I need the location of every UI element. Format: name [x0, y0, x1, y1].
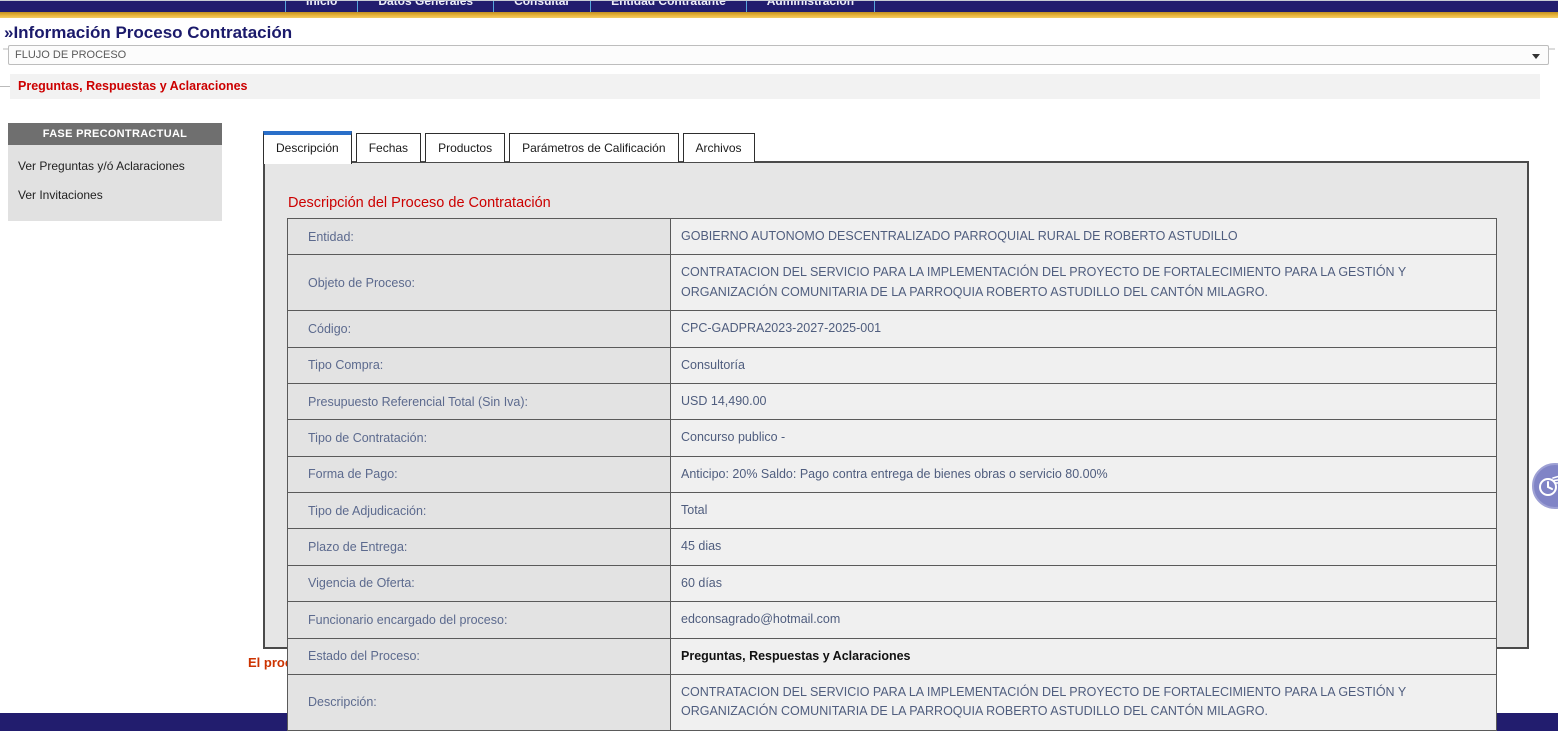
table-row: Presupuesto Referencial Total (Sin Iva):… — [288, 383, 1497, 419]
field-value: 60 días — [671, 565, 1497, 601]
nav-item-entidad-contratante[interactable]: Entidad Contratante — [591, 1, 747, 12]
table-row: Estado del Proceso:Preguntas, Respuestas… — [288, 638, 1497, 674]
tab-archivos[interactable]: Archivos — [683, 133, 755, 162]
field-label: Funcionario encargado del proceso: — [288, 602, 671, 638]
sidebar-item-ver-invitaciones[interactable]: Ver Invitaciones — [8, 180, 222, 209]
field-label: Tipo Compra: — [288, 347, 671, 383]
field-label: Plazo de Entrega: — [288, 529, 671, 565]
top-nav-menu: InicioDatos GeneralesConsultarEntidad Co… — [285, 1, 875, 12]
field-value: 45 dias — [671, 529, 1497, 565]
table-row: Código:CPC-GADPRA2023-2027-2025-001 — [288, 311, 1497, 347]
sidebar-title: FASE PRECONTRACTUAL — [8, 123, 222, 145]
process-status-text: Preguntas, Respuestas y Aclaraciones — [18, 79, 248, 93]
field-label: Estado del Proceso: — [288, 638, 671, 674]
nav-item-datos-generales[interactable]: Datos Generales — [358, 1, 494, 12]
field-value: Consultoría — [671, 347, 1497, 383]
field-value: edconsagrado@hotmail.com — [671, 602, 1497, 638]
nav-item-inicio[interactable]: Inicio — [285, 1, 358, 12]
tab-bar: DescripciónFechasProductosParámetros de … — [263, 128, 759, 162]
field-label: Objeto de Proceso: — [288, 255, 671, 311]
tab-fechas[interactable]: Fechas — [356, 133, 421, 162]
table-row: Vigencia de Oferta:60 días — [288, 565, 1497, 601]
field-label: Código: — [288, 311, 671, 347]
table-row: Entidad:GOBIERNO AUTONOMO DESCENTRALIZAD… — [288, 219, 1497, 255]
field-label: Descripción: — [288, 674, 671, 730]
field-value: Preguntas, Respuestas y Aclaraciones — [671, 638, 1497, 674]
chevron-down-icon — [1532, 54, 1540, 59]
nav-item-consultar[interactable]: Consultar — [494, 1, 591, 12]
table-row: Funcionario encargado del proceso:edcons… — [288, 602, 1497, 638]
field-label: Tipo de Contratación: — [288, 420, 671, 456]
gold-accent-stripe — [0, 12, 1558, 18]
field-value: GOBIERNO AUTONOMO DESCENTRALIZADO PARROQ… — [671, 219, 1497, 255]
tab-productos[interactable]: Productos — [425, 133, 505, 162]
process-timer-widget[interactable] — [1532, 463, 1558, 509]
process-flow-select[interactable]: FLUJO DE PROCESO — [8, 45, 1549, 65]
winged-clock-icon — [1538, 474, 1558, 498]
field-label: Vigencia de Oferta: — [288, 565, 671, 601]
process-details-table: Entidad:GOBIERNO AUTONOMO DESCENTRALIZAD… — [287, 218, 1497, 731]
process-flow-selected-value: FLUJO DE PROCESO — [15, 49, 126, 61]
table-row: Objeto de Proceso:CONTRATACION DEL SERVI… — [288, 255, 1497, 311]
table-row: Descripción:CONTRATACION DEL SERVICIO PA… — [288, 674, 1497, 730]
tab-parametros-de-calificacion[interactable]: Parámetros de Calificación — [509, 133, 678, 162]
field-value: CONTRATACION DEL SERVICIO PARA LA IMPLEM… — [671, 255, 1497, 311]
panel-heading: Descripción del Proceso de Contratación — [288, 195, 1527, 211]
field-value: USD 14,490.00 — [671, 383, 1497, 419]
sidebar-item-ver-preguntas-y-o-aclaraciones[interactable]: Ver Preguntas y/ó Aclaraciones — [8, 151, 222, 180]
description-tab-panel: Descripción del Proceso de Contratación … — [263, 161, 1529, 649]
field-label: Presupuesto Referencial Total (Sin Iva): — [288, 383, 671, 419]
field-value: Anticipo: 20% Saldo: Pago contra entrega… — [671, 456, 1497, 492]
process-status-banner: Preguntas, Respuestas y Aclaraciones — [10, 74, 1540, 99]
field-label: Tipo de Adjudicación: — [288, 493, 671, 529]
sidebar: FASE PRECONTRACTUAL Ver Preguntas y/ó Ac… — [8, 123, 222, 221]
field-label: Forma de Pago: — [288, 456, 671, 492]
table-row: Plazo de Entrega:45 dias — [288, 529, 1497, 565]
field-value: Concurso publico - — [671, 420, 1497, 456]
table-row: Forma de Pago:Anticipo: 20% Saldo: Pago … — [288, 456, 1497, 492]
process-details-rows: Entidad:GOBIERNO AUTONOMO DESCENTRALIZAD… — [288, 219, 1497, 731]
table-row: Tipo Compra:Consultoría — [288, 347, 1497, 383]
table-row: Tipo de Contratación:Concurso publico - — [288, 420, 1497, 456]
field-value: CPC-GADPRA2023-2027-2025-001 — [671, 311, 1497, 347]
nav-item-administracion[interactable]: Administración — [747, 1, 875, 12]
tab-descripcion[interactable]: Descripción — [263, 131, 352, 164]
top-navigation-bar: InicioDatos GeneralesConsultarEntidad Co… — [0, 1, 1558, 12]
field-label: Entidad: — [288, 219, 671, 255]
sidebar-menu: Ver Preguntas y/ó AclaracionesVer Invita… — [8, 145, 222, 221]
field-value: CONTRATACION DEL SERVICIO PARA LA IMPLEM… — [671, 674, 1497, 730]
procurement-process-page: InicioDatos GeneralesConsultarEntidad Co… — [0, 0, 1558, 731]
table-row: Tipo de Adjudicación:Total — [288, 493, 1497, 529]
field-value: Total — [671, 493, 1497, 529]
